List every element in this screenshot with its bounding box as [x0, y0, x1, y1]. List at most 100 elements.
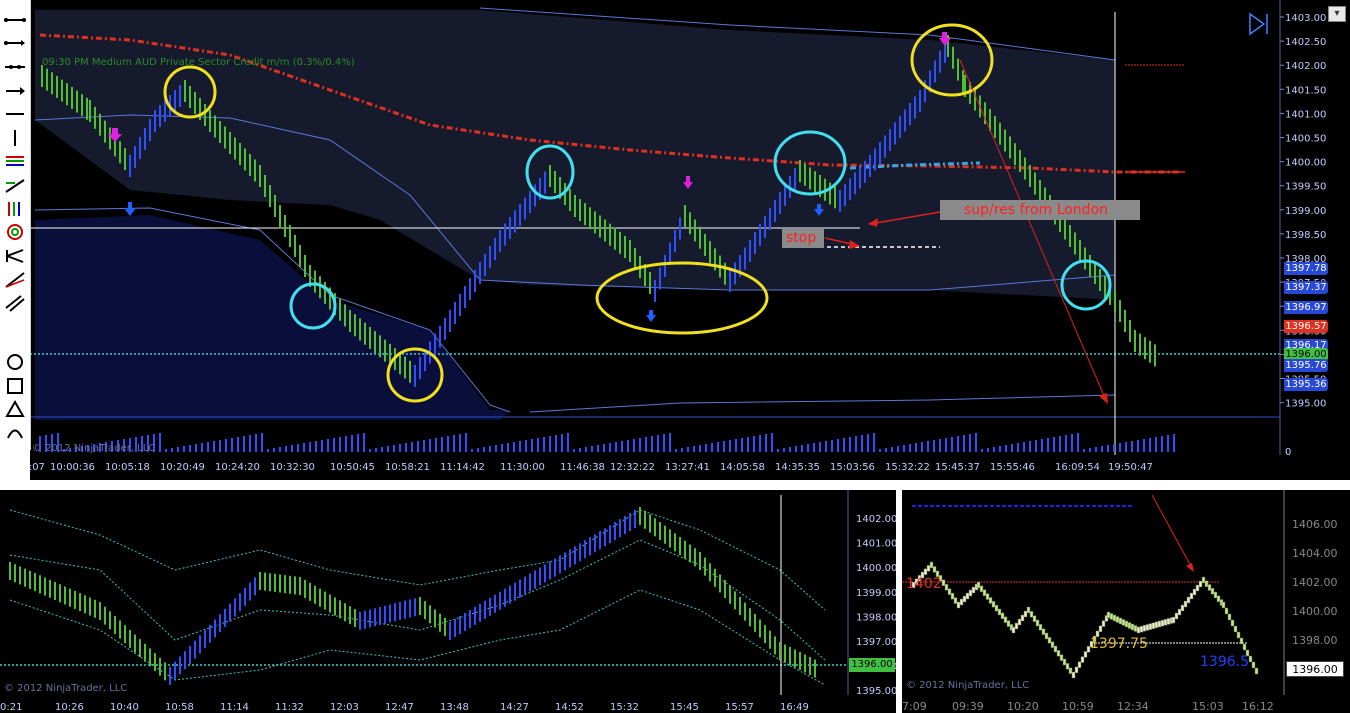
time-tick-label: 15:32:22: [885, 462, 930, 473]
time-tick-label: 16:09:54: [1055, 462, 1100, 473]
horizontal-line-icon[interactable]: [3, 104, 27, 124]
time-tick-label: 0:21: [0, 702, 22, 713]
price-tick-label: 1401.00: [1285, 109, 1326, 120]
time-axis[interactable]: 0:21 10:26 10:40 10:58 11:14 11:32 12:03 12:47 1…: [0, 702, 809, 713]
fib-circle-icon[interactable]: [3, 222, 27, 242]
time-tick-label: 12:34: [1117, 700, 1149, 713]
price-tick-label: 1397.00: [856, 637, 896, 648]
time-tick-label: 15:45: [670, 702, 699, 713]
price-tick-label: 1399.00: [1285, 206, 1326, 217]
main-chart-panel[interactable]: 1403.00 1402.50 1402.00 1401.50 1401.00 1400.…: [30, 0, 1350, 480]
time-tick-label: 11:14:42: [440, 462, 485, 473]
drawing-toolbar: [0, 0, 31, 450]
fib-timezone-icon[interactable]: [3, 199, 27, 219]
price-tick-label: 1402.00: [856, 514, 896, 525]
price-tick-label: 1398.00: [856, 612, 896, 623]
time-tick-label: 12:03: [330, 702, 359, 713]
main-chart-canvas[interactable]: 1403.00 1402.50 1402.00 1401.50 1401.00 1400.…: [30, 0, 1350, 480]
volume-zero-label: 0: [1285, 447, 1291, 458]
bottom-left-chart-canvas[interactable]: 1402.00 1401.00 1400.00 1399.00 1398.00 1397.…: [0, 490, 896, 713]
price-badge: 1395.36: [1284, 378, 1328, 391]
time-tick-label: 15:57: [725, 702, 754, 713]
time-tick-label: 10:40: [110, 702, 139, 713]
time-tick-label: 11:14: [220, 702, 249, 713]
vertical-line-icon[interactable]: [3, 128, 27, 148]
time-tick-label: 11:46:38: [560, 462, 605, 473]
time-tick-label: 11:32: [275, 702, 304, 713]
price-tick-label: 1401.50: [1285, 85, 1326, 96]
price-tick-label: 1404.00: [1292, 547, 1338, 560]
triangle-icon[interactable]: [3, 399, 27, 419]
price-badge: 1396.57: [1284, 320, 1328, 333]
copyright: © 2012 NinjaTrader, LLC: [32, 443, 156, 454]
fib-retracement-icon[interactable]: [3, 151, 27, 171]
time-tick-label: 10:24:20: [215, 462, 260, 473]
price-bars: [9, 507, 816, 685]
ellipse-icon[interactable]: [3, 352, 27, 372]
bottom-right-chart-panel[interactable]: 1406.00 1404.00 1402.00 1400.00 1398.00 1396.…: [902, 490, 1350, 713]
time-tick-label: 10:58:21: [385, 462, 430, 473]
time-tick-label: 10:32:30: [270, 462, 315, 473]
regression-channel-icon[interactable]: [3, 293, 27, 313]
annotation-london-label[interactable]: sup/res from London: [940, 200, 1140, 220]
line-tool-icon[interactable]: [3, 10, 27, 30]
time-tick-label: 10:26: [55, 702, 84, 713]
time-tick-label: 15:32: [610, 702, 639, 713]
extended-line-icon[interactable]: [3, 57, 27, 77]
price-tick-label: 1402.00: [1292, 576, 1338, 589]
time-tick-label: 13:27:41: [665, 462, 710, 473]
arrow-line-icon[interactable]: [3, 81, 27, 101]
gann-fan-icon[interactable]: [3, 270, 27, 290]
time-tick-label: 13:48: [440, 702, 469, 713]
chart-label-mid: 1397.75: [1090, 636, 1148, 652]
current-price-badge: 1396.00: [1286, 661, 1344, 677]
time-tick-label: 16:49: [780, 702, 809, 713]
fib-extension-icon[interactable]: [3, 175, 27, 195]
ray-tool-icon[interactable]: [3, 33, 27, 53]
price-tick-label: 1402.00: [1285, 61, 1326, 72]
price-tick-label: 1402.50: [1285, 37, 1326, 48]
chart-label-low: 1396.5: [1200, 654, 1249, 670]
price-badge: 1395.76: [1284, 359, 1328, 372]
time-tick-label: 15:03:56: [830, 462, 875, 473]
price-tick-label: 1395.00: [856, 686, 896, 697]
price-tick-label: 1399.50: [1285, 182, 1326, 193]
time-axis[interactable]: 09:53:07 10:00:36 10:05:18 10:20:49 10:24:20…: [30, 462, 1153, 473]
time-tick-label: 11:30:00: [500, 462, 545, 473]
bottom-left-chart-panel[interactable]: 1402.00 1401.00 1400.00 1399.00 1398.00 1397.…: [0, 490, 896, 713]
current-price-badge: 1396.00: [849, 658, 895, 672]
time-tick-label: 10:50:45: [330, 462, 375, 473]
andrews-pitchfork-icon[interactable]: [3, 246, 27, 266]
price-badge: 1396.97: [1284, 301, 1328, 314]
time-tick-label: 15:55:46: [990, 462, 1035, 473]
time-tick-label: 14:35:35: [775, 462, 820, 473]
rectangle-icon[interactable]: [3, 376, 27, 396]
time-tick-label: 10:00:36: [50, 462, 95, 473]
time-tick-label: 10:20: [1007, 700, 1039, 713]
price-tick-label: 1406.00: [1292, 518, 1338, 531]
price-tick-label: 1399.00: [856, 588, 896, 599]
time-tick-label: 14:52: [555, 702, 584, 713]
time-tick-label: 19:50:47: [1108, 462, 1153, 473]
time-tick-label: 09:39: [952, 700, 984, 713]
time-tick-label: 12:47: [385, 702, 414, 713]
time-axis[interactable]: 7:09 09:39 10:20 10:59 12:34 15:03 16:12: [902, 700, 1274, 713]
price-badge: 1397.78: [1284, 262, 1328, 275]
price-tick-label: 1400.50: [1285, 134, 1326, 145]
time-tick-label: 10:59: [1062, 700, 1094, 713]
arc-icon[interactable]: [3, 423, 27, 443]
time-tick-label: 15:45:37: [935, 462, 980, 473]
time-tick-label: 09:53:07: [30, 462, 45, 473]
time-tick-label: 7:09: [902, 700, 927, 713]
time-tick-label: 10:20:49: [160, 462, 205, 473]
time-tick-label: 16:12: [1242, 700, 1274, 713]
copyright: © 2012 NinjaTrader, LLC: [906, 680, 1030, 691]
price-tick-label: 1395.00: [1285, 399, 1326, 410]
time-tick-label: 15:03: [1192, 700, 1224, 713]
chevron-down-icon[interactable]: ▾: [1328, 6, 1346, 22]
annotation-stop-label[interactable]: stop: [782, 229, 824, 248]
time-tick-label: 14:27: [500, 702, 529, 713]
price-tick-label: 1400.00: [1292, 605, 1338, 618]
price-axis[interactable]: 1406.001404.001402.001400.001398.001396.…: [1292, 518, 1338, 676]
price-axis[interactable]: 1403.00 1402.50 1402.00 1401.50 1401.00 1400.…: [1280, 13, 1326, 458]
